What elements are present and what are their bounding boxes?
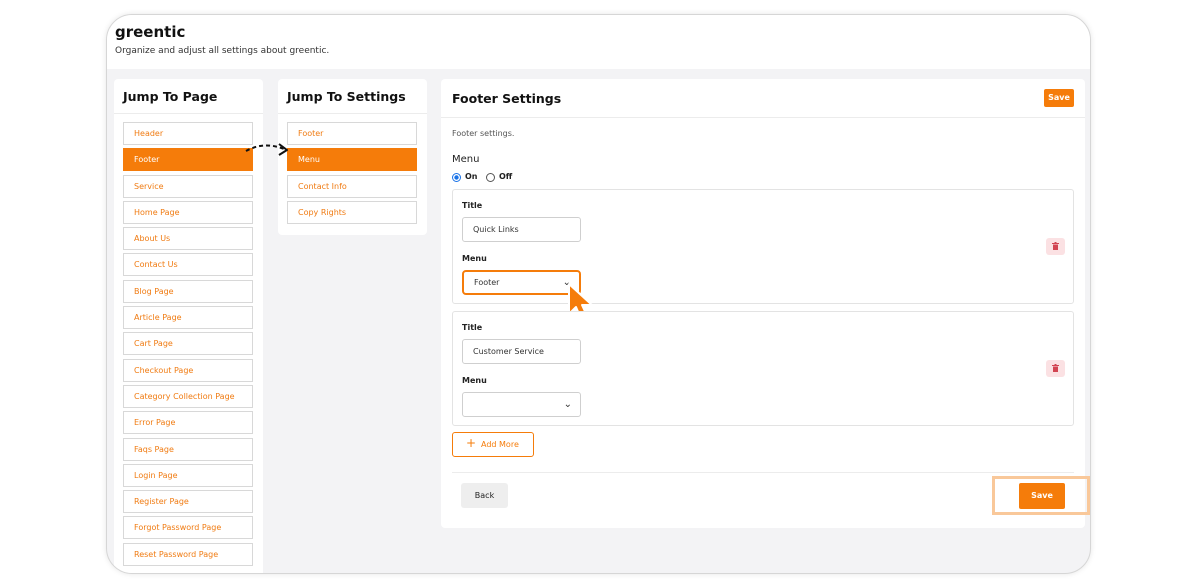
radio-on[interactable] bbox=[452, 173, 461, 182]
menu-label: Menu bbox=[462, 254, 487, 263]
settings-nav-item-footer[interactable]: Footer bbox=[287, 122, 417, 145]
page-nav-item-faqs-page[interactable]: Faqs Page bbox=[123, 437, 253, 461]
page-nav-item-service[interactable]: Service bbox=[123, 174, 253, 198]
jump-to-settings-title: Jump To Settings bbox=[287, 89, 406, 104]
footer-settings-panel: Footer Settings Save Footer settings. Me… bbox=[441, 79, 1085, 528]
trash-icon bbox=[1052, 364, 1059, 372]
add-more-button[interactable]: + Add More bbox=[452, 432, 534, 457]
page-header: greentic Organize and adjust all setting… bbox=[107, 15, 1090, 69]
page-nav-item-cart-page[interactable]: Cart Page bbox=[123, 332, 253, 356]
divider bbox=[278, 113, 427, 114]
divider bbox=[114, 113, 263, 114]
menu-select-value: Footer bbox=[474, 278, 500, 287]
back-button[interactable]: Back bbox=[461, 483, 508, 508]
trash-icon bbox=[1052, 242, 1059, 250]
page-nav-item-blog-page[interactable]: Blog Page bbox=[123, 279, 253, 303]
jump-to-page-panel: Jump To Page Header Footer Service Home Pag… bbox=[114, 79, 263, 573]
delete-button[interactable] bbox=[1046, 238, 1065, 255]
app-subtitle: Organize and adjust all settings about g… bbox=[115, 46, 330, 56]
page-nav-item-error-page[interactable]: Error Page bbox=[123, 411, 253, 435]
radio-off[interactable] bbox=[486, 173, 495, 182]
menu-label: Menu bbox=[462, 376, 487, 385]
settings-nav-item-menu[interactable]: Menu bbox=[287, 148, 417, 172]
app-title: greentic bbox=[115, 23, 186, 41]
menu-block: Title Quick Links Menu Footer ⌄ bbox=[452, 189, 1074, 322]
plus-icon: + bbox=[466, 436, 477, 450]
page-nav-item-about-us[interactable]: About Us bbox=[123, 227, 253, 251]
page-nav-item-register-page[interactable]: Register Page bbox=[123, 490, 253, 514]
title-input[interactable]: Customer Service bbox=[462, 339, 581, 364]
page-nav-item-checkout-page[interactable]: Checkout Page bbox=[123, 358, 253, 382]
divider bbox=[452, 472, 1074, 473]
radio-off-label: Off bbox=[499, 172, 513, 181]
page-nav-item-home-page[interactable]: Home Page bbox=[123, 200, 253, 224]
page-nav-item-contact-us[interactable]: Contact Us bbox=[123, 253, 253, 277]
settings-nav-item-contact-info[interactable]: Contact Info bbox=[287, 174, 417, 198]
page-nav-item-article-page[interactable]: Article Page bbox=[123, 306, 253, 330]
dashed-arrow-icon bbox=[245, 143, 288, 156]
save-bottom-button[interactable]: Save bbox=[1019, 483, 1065, 509]
page-nav-list: Header Footer Service Home Page About Us Cont… bbox=[123, 122, 253, 569]
page-nav-item-forgot-password-page[interactable]: Forgot Password Page bbox=[123, 516, 253, 540]
settings-nav-item-copy-rights[interactable]: Copy Rights bbox=[287, 200, 417, 224]
title-input[interactable]: Quick Links bbox=[462, 217, 581, 242]
chevron-down-icon: ⌄ bbox=[563, 399, 572, 410]
save-top-button[interactable]: Save bbox=[1044, 89, 1074, 107]
menu-select[interactable]: ⌄ bbox=[462, 392, 581, 417]
menu-block: Title Customer Service Menu ⌄ bbox=[452, 311, 1074, 426]
page-nav-item-reset-password-page[interactable]: Reset Password Page bbox=[123, 542, 253, 566]
settings-nav-list: Footer Menu Contact Info Copy Rights bbox=[287, 122, 417, 227]
page-nav-item-login-page[interactable]: Login Page bbox=[123, 463, 253, 487]
app-window: greentic Organize and adjust all setting… bbox=[106, 14, 1091, 574]
title-label: Title bbox=[462, 201, 483, 210]
page-nav-item-category-collection-page[interactable]: Category Collection Page bbox=[123, 384, 253, 408]
title-label: Title bbox=[462, 323, 483, 332]
page-nav-item-footer[interactable]: Footer bbox=[123, 148, 253, 172]
page-nav-item-header[interactable]: Header bbox=[123, 122, 253, 145]
menu-section-label: Menu bbox=[452, 154, 480, 165]
add-more-label: Add More bbox=[481, 440, 519, 449]
footer-description: Footer settings. bbox=[452, 129, 515, 138]
radio-on-label: On bbox=[465, 172, 478, 181]
footer-settings-title: Footer Settings bbox=[452, 91, 562, 106]
menu-select[interactable]: Footer ⌄ bbox=[462, 270, 581, 295]
divider bbox=[441, 117, 1085, 118]
jump-to-page-title: Jump To Page bbox=[123, 89, 218, 104]
delete-button[interactable] bbox=[1046, 360, 1065, 377]
